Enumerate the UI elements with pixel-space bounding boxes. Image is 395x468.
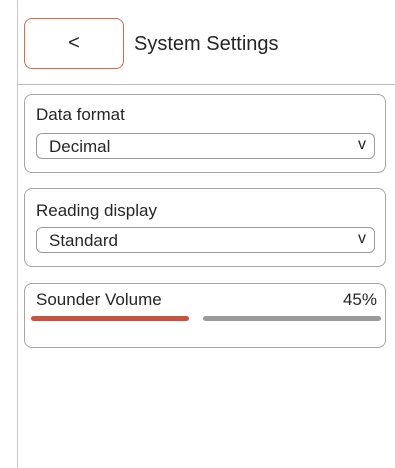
reading-display-select[interactable]: Standard v [36, 227, 375, 253]
back-button[interactable]: < [24, 18, 124, 69]
header-bar: < System Settings [18, 0, 395, 85]
slider-track [203, 316, 381, 321]
slider-fill [31, 316, 189, 321]
chevron-down-icon: v [358, 136, 366, 153]
sounder-volume-label: Sounder Volume [36, 290, 162, 309]
sounder-volume-value: 45% [342, 290, 377, 309]
data-format-label: Data format [36, 105, 125, 124]
reading-display-label: Reading display [36, 201, 157, 220]
data-format-value: Decimal [49, 137, 111, 156]
sounder-volume-slider[interactable] [31, 316, 381, 322]
sounder-volume-card: Sounder Volume 45% [24, 283, 386, 348]
data-format-card: Data format Decimal v [24, 94, 386, 173]
back-chevron-icon: < [68, 32, 80, 54]
reading-display-card: Reading display Standard v [24, 188, 386, 267]
data-format-select[interactable]: Decimal v [36, 133, 375, 159]
reading-display-value: Standard [49, 231, 118, 250]
page-title: System Settings [134, 33, 279, 55]
chevron-down-icon: v [358, 230, 366, 247]
